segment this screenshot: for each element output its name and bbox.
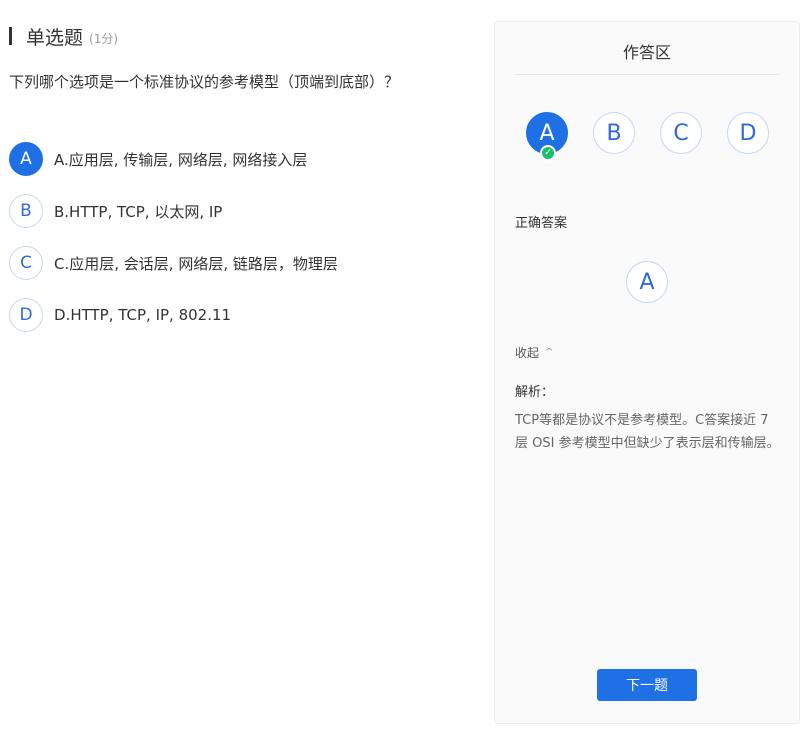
answer-button-a[interactable]: A ✓ xyxy=(526,112,568,161)
option-b[interactable]: B B.HTTP, TCP, 以太网, IP xyxy=(9,194,338,228)
option-a-text: A.应用层, 传输层, 网络层, 网络接入层 xyxy=(54,150,308,169)
answer-button-row: A ✓ B C D xyxy=(526,112,794,161)
question-header: 单选题 (1分) xyxy=(9,24,119,49)
answer-button-c[interactable]: C xyxy=(660,112,702,154)
collapse-toggle[interactable]: 收起 ^ xyxy=(515,344,553,361)
next-question-button[interactable]: 下一题 xyxy=(597,669,697,701)
option-a-circle[interactable]: A xyxy=(9,142,43,176)
option-list: A A.应用层, 传输层, 网络层, 网络接入层 B B.HTTP, TCP, … xyxy=(9,142,338,350)
option-a[interactable]: A A.应用层, 传输层, 网络层, 网络接入层 xyxy=(9,142,338,176)
analysis-label: 解析： xyxy=(515,385,555,400)
option-d-text: D.HTTP, TCP, IP, 802.11 xyxy=(54,306,232,324)
question-text: 下列哪个选项是一个标准协议的参考模型（顶端到底部）？ xyxy=(9,73,400,91)
answer-button-b[interactable]: B xyxy=(593,112,635,154)
title-accent-bar xyxy=(9,27,12,45)
chevron-up-icon: ^ xyxy=(545,347,554,358)
option-b-circle[interactable]: B xyxy=(9,194,43,228)
option-d[interactable]: D D.HTTP, TCP, IP, 802.11 xyxy=(9,298,338,332)
panel-title: 作答区 xyxy=(622,43,671,62)
option-c[interactable]: C C.应用层, 会话层, 网络层, 链路层，物理层 xyxy=(9,246,338,280)
collapse-label: 收起 xyxy=(515,346,540,360)
check-icon: ✓ xyxy=(540,145,556,161)
correct-answer-label: 正确答案 xyxy=(515,216,568,231)
question-type-label: 单选题 xyxy=(26,26,84,49)
answer-panel: 作答区 A ✓ B C D 正确答案 A 收起 ^ 解析： TCP等都是协议不是… xyxy=(494,21,800,724)
answer-button-b-label: B xyxy=(606,120,622,146)
question-score: (1分) xyxy=(89,31,119,46)
answer-button-c-label: C xyxy=(673,120,689,146)
option-c-text: C.应用层, 会话层, 网络层, 链路层，物理层 xyxy=(54,254,338,273)
option-d-circle[interactable]: D xyxy=(9,298,43,332)
correct-answer-circle: A xyxy=(626,261,668,303)
option-b-text: B.HTTP, TCP, 以太网, IP xyxy=(54,202,223,221)
question-area: 单选题 (1分) 下列哪个选项是一个标准协议的参考模型（顶端到底部）？ A A.… xyxy=(0,0,480,729)
option-c-circle[interactable]: C xyxy=(9,246,43,280)
answer-button-a-label: A xyxy=(539,120,555,146)
answer-button-d-label: D xyxy=(739,120,757,146)
answer-button-d[interactable]: D xyxy=(727,112,769,154)
analysis-text: TCP等都是协议不是参考模型。C答案接近 7 层 OSI 参考模型中但缺少了表示… xyxy=(515,413,780,451)
panel-divider xyxy=(515,74,779,75)
